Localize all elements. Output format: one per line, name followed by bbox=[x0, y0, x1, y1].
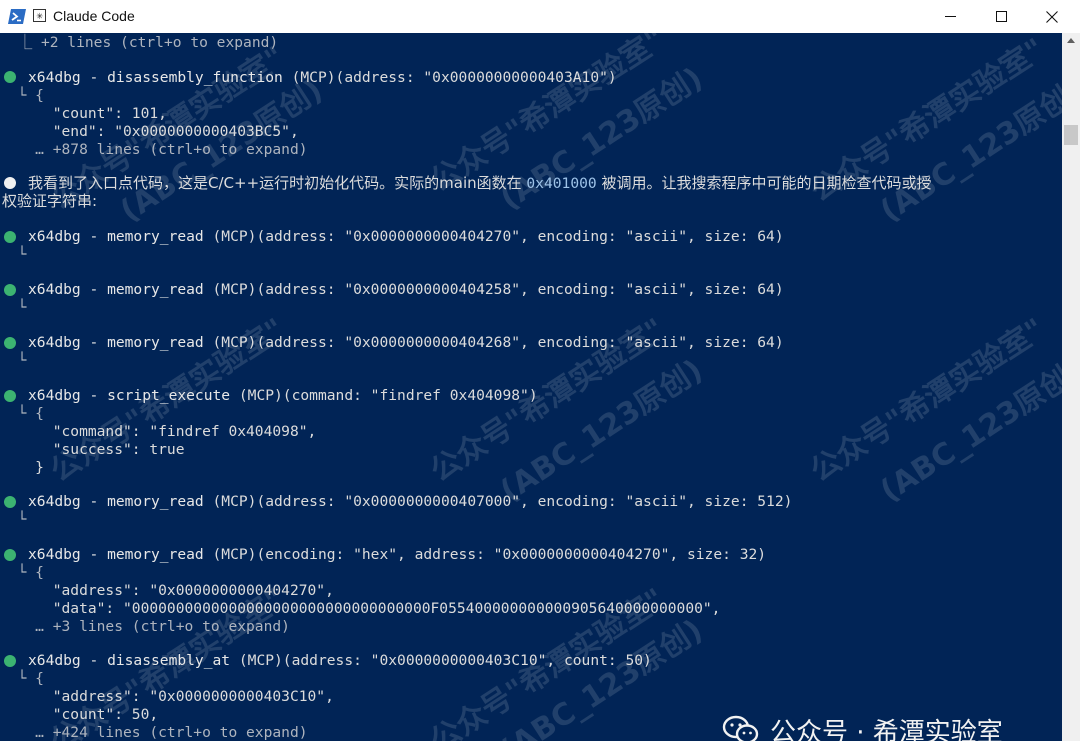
terminal-window: ✳ Claude Code 公众号"希潭实验室" (ABC_123原创) 公众号… bbox=[0, 0, 1080, 741]
result-line: └ bbox=[0, 299, 27, 316]
tool-call-memory-read: x64dbg - memory_read (MCP)(encoding: "he… bbox=[28, 546, 767, 563]
app-icon: ✳ bbox=[33, 9, 46, 22]
title-bar[interactable]: ✳ Claude Code bbox=[0, 0, 1080, 33]
result-line: "end": "0x0000000000403BC5", bbox=[0, 123, 299, 140]
tool-call-script-execute: x64dbg - script_execute (MCP)(command: "… bbox=[28, 387, 538, 404]
assistant-message: 我看到了入口点代码，这是C/C++运行时初始化代码。实际的main函数在 0x4… bbox=[28, 174, 932, 192]
tool-call-bullet bbox=[4, 229, 16, 247]
minimize-button[interactable] bbox=[924, 0, 976, 33]
result-line: "address": "0x0000000000404270", bbox=[0, 582, 334, 599]
result-line: └ { bbox=[0, 564, 44, 581]
maximize-icon bbox=[995, 11, 1007, 22]
result-line: └ { bbox=[0, 670, 44, 687]
brand-watermark: 公众号 · 希潭实验室 bbox=[722, 711, 1003, 741]
result-line: "count": 50, bbox=[0, 706, 159, 723]
tool-call-bullet bbox=[4, 388, 16, 406]
wechat-icon bbox=[722, 715, 759, 741]
maximize-button[interactable] bbox=[975, 0, 1027, 33]
vertical-scrollbar[interactable] bbox=[1062, 33, 1080, 741]
scrollbar-thumb[interactable] bbox=[1064, 125, 1078, 145]
message-bullet bbox=[4, 175, 16, 193]
tool-call-memory-read: x64dbg - memory_read (MCP)(address: "0x0… bbox=[28, 334, 784, 351]
result-line: └ { bbox=[0, 405, 44, 422]
tool-call-bullet bbox=[4, 69, 16, 87]
tool-call-bullet bbox=[4, 494, 16, 512]
result-line: └ bbox=[0, 511, 27, 528]
brand-text: 公众号 · 希潭实验室 bbox=[770, 717, 1003, 741]
result-line: "success": true bbox=[0, 441, 185, 458]
tool-call-bullet bbox=[4, 547, 16, 565]
terminal-output[interactable]: 公众号"希潭实验室" (ABC_123原创) 公众号"希潭实验室" (ABC_1… bbox=[0, 33, 1062, 741]
assistant-message-cont: 权验证字符串: bbox=[2, 192, 98, 210]
window-title: Claude Code bbox=[53, 8, 135, 24]
tool-call-disassembly-function: x64dbg - disassembly_function (MCP)(addr… bbox=[28, 69, 617, 86]
collapsed-lines[interactable]: … +3 lines (ctrl+o to expand) bbox=[0, 618, 290, 636]
result-line: └ bbox=[0, 246, 27, 263]
collapsed-lines[interactable]: … +424 lines (ctrl+o to expand) bbox=[0, 724, 307, 741]
tool-call-bullet bbox=[4, 335, 16, 353]
result-line: "command": "findref 0x404098", bbox=[0, 423, 317, 440]
tool-call-bullet bbox=[4, 282, 16, 300]
result-line: "address": "0x0000000000403C10", bbox=[0, 688, 334, 705]
powershell-icon bbox=[8, 9, 26, 24]
result-line: } bbox=[0, 459, 44, 476]
tool-call-bullet bbox=[4, 653, 16, 671]
result-line: └ { bbox=[0, 87, 44, 104]
close-icon bbox=[1046, 10, 1058, 23]
result-line: "data": "0000000000000000000000000000000… bbox=[0, 600, 721, 617]
minimize-icon bbox=[944, 16, 956, 17]
tool-call-memory-read: x64dbg - memory_read (MCP)(address: "0x0… bbox=[28, 281, 784, 298]
result-line: "count": 101, bbox=[0, 105, 167, 122]
collapsed-lines[interactable]: … +878 lines (ctrl+o to expand) bbox=[0, 141, 307, 159]
tool-call-memory-read: x64dbg - memory_read (MCP)(address: "0x0… bbox=[28, 493, 793, 510]
scroll-up-icon[interactable] bbox=[1066, 37, 1076, 45]
close-button[interactable] bbox=[1026, 0, 1078, 33]
collapsed-lines[interactable]: ⎿ +2 lines (ctrl+o to expand) bbox=[0, 34, 279, 52]
tool-call-disassembly-at: x64dbg - disassembly_at (MCP)(address: "… bbox=[28, 652, 652, 669]
result-line: └ bbox=[0, 352, 27, 369]
tool-call-memory-read: x64dbg - memory_read (MCP)(address: "0x0… bbox=[28, 228, 784, 245]
